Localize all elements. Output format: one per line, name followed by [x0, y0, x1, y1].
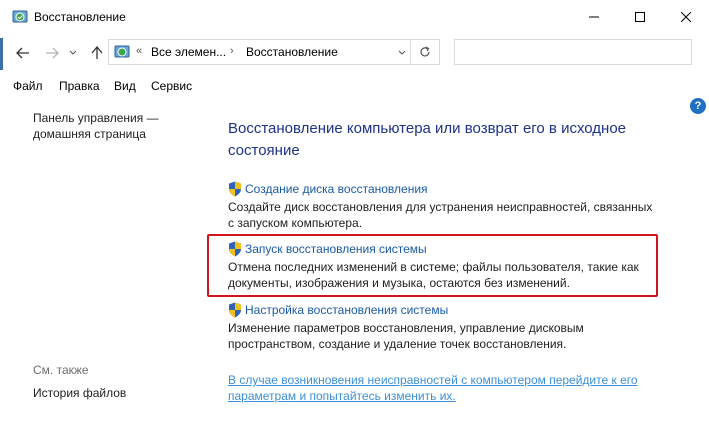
chevron-down-icon — [69, 50, 77, 55]
create-recovery-drive-link[interactable]: Создание диска восстановления — [245, 182, 428, 196]
address-row: « Все элемен... › Восстановление — [0, 34, 709, 72]
task-description: Создайте диск восстановления для устране… — [228, 200, 653, 230]
breadcrumb-all-items[interactable]: Все элемен... — [151, 45, 226, 59]
menu-tools[interactable]: Сервис — [151, 79, 192, 93]
menu-bar: Файл Правка Вид Сервис — [0, 72, 709, 100]
search-input[interactable] — [454, 39, 692, 65]
close-icon — [681, 12, 691, 22]
minimize-button[interactable] — [571, 0, 617, 34]
arrow-up-icon — [91, 46, 103, 59]
control-panel-home-link[interactable]: Панель управления — домашняя страница — [33, 110, 203, 142]
help-icon[interactable]: ? — [690, 98, 706, 114]
task-description: Изменение параметров восстановления, упр… — [228, 321, 584, 351]
see-also-label: См. также — [33, 363, 89, 377]
uac-shield-icon — [229, 302, 241, 318]
refresh-button[interactable] — [410, 39, 440, 65]
arrow-left-icon — [16, 47, 29, 59]
arrow-right-icon — [46, 47, 59, 59]
window-title: Восстановление — [34, 10, 126, 24]
up-button[interactable] — [87, 43, 107, 63]
file-history-link[interactable]: История файлов — [33, 386, 126, 400]
address-dropdown-icon[interactable] — [395, 45, 409, 59]
menu-file[interactable]: Файл — [13, 79, 43, 93]
forward-button[interactable] — [42, 43, 62, 63]
title-bar: Восстановление — [0, 0, 709, 34]
uac-shield-icon — [229, 181, 241, 197]
refresh-icon — [420, 46, 430, 57]
recent-locations-button[interactable] — [66, 43, 80, 63]
minimize-icon — [589, 16, 599, 18]
task-create-recovery-drive: Создание диска восстановления Создайте д… — [228, 181, 688, 231]
back-button[interactable] — [13, 43, 33, 63]
recovery-app-icon — [12, 10, 28, 23]
troubleshoot-settings-link[interactable]: В случае возникновения неисправностей с … — [228, 372, 668, 404]
task-configure-system-restore: Настройка восстановления системы Изменен… — [228, 302, 688, 352]
control-panel-icon — [114, 45, 130, 58]
page-title: Восстановление компьютера или возврат ег… — [228, 120, 627, 159]
overflow-chevron[interactable]: « — [136, 45, 142, 57]
menu-view[interactable]: Вид — [114, 79, 136, 93]
configure-system-restore-link[interactable]: Настройка восстановления системы — [245, 303, 448, 317]
close-button[interactable] — [663, 0, 709, 34]
menu-edit[interactable]: Правка — [59, 79, 100, 93]
address-bar[interactable]: « Все элемен... › Восстановление — [108, 39, 440, 65]
breadcrumb-recovery[interactable]: Восстановление — [246, 45, 338, 59]
maximize-icon — [635, 12, 645, 22]
breadcrumb-separator[interactable]: › — [230, 45, 234, 57]
highlight-annotation — [207, 234, 658, 297]
maximize-button[interactable] — [617, 0, 663, 34]
